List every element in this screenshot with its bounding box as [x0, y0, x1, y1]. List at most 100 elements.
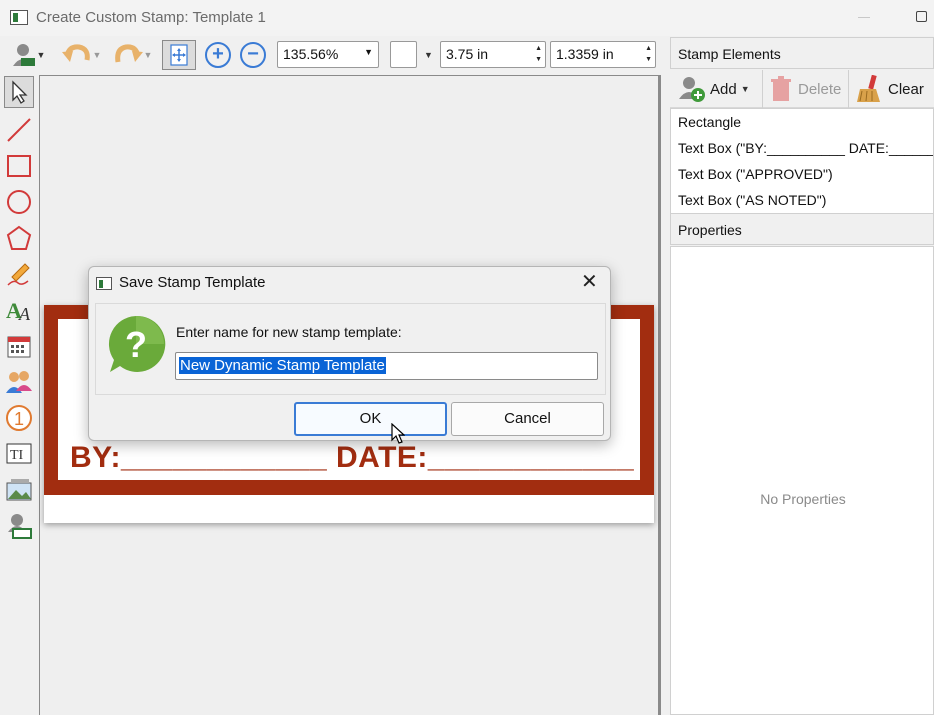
svg-text:A: A [18, 304, 31, 323]
date-tool[interactable] [4, 330, 34, 362]
trash-icon [771, 76, 791, 101]
chevron-down-icon: ▼ [143, 50, 153, 60]
dialog-body: ? Enter name for new stamp template: New… [95, 303, 606, 395]
cancel-button[interactable]: Cancel [451, 402, 604, 436]
line-icon [7, 118, 31, 142]
svg-text:1: 1 [14, 409, 24, 429]
toolbar-divider [762, 70, 763, 108]
properties-title: Properties [678, 222, 742, 238]
height-spinner[interactable]: ▲ ▼ [645, 43, 652, 65]
svg-text:TI: TI [10, 448, 24, 463]
no-properties-text: No Properties [760, 491, 846, 507]
dialog-title: Save Stamp Template [119, 274, 266, 291]
ellipse-tool[interactable] [4, 186, 34, 218]
color-swatch[interactable] [390, 41, 417, 68]
color-dropdown-arrow[interactable]: ▼ [424, 50, 433, 60]
clear-button[interactable]: Clear [856, 74, 924, 104]
image-tool[interactable] [4, 474, 34, 506]
height-value: 1.3359 in [556, 46, 614, 62]
properties-header: Properties [670, 213, 934, 245]
stamp-elements-title: Stamp Elements [678, 46, 781, 62]
pencil-icon [7, 263, 30, 286]
elements-toolbar: Add ▼ Delete Clear [670, 70, 934, 108]
redo-button[interactable]: ▼ [108, 40, 156, 70]
dialog-prompt: Enter name for new stamp template: [176, 324, 402, 340]
window-title: Create Custom Stamp: Template 1 [36, 9, 266, 26]
add-label: Add [710, 80, 737, 98]
number-tool[interactable]: 1 [4, 402, 34, 434]
maximize-button[interactable] [916, 11, 927, 22]
stamp-user-dropdown[interactable]: ▼ [6, 40, 50, 70]
zoom-in-button[interactable]: + [203, 40, 233, 70]
chevron-down-icon: ▼ [92, 50, 102, 60]
zoom-select[interactable]: 135.56% ▼ [277, 41, 379, 68]
app-icon [10, 10, 28, 25]
svg-text:?: ? [125, 324, 147, 365]
polygon-icon [6, 225, 32, 250]
canvas-border [658, 75, 661, 715]
polygon-tool[interactable] [4, 222, 34, 254]
question-icon: ? [108, 315, 166, 372]
delete-button[interactable]: Delete [770, 74, 841, 104]
select-tool[interactable] [4, 76, 34, 108]
zoom-out-button[interactable]: − [238, 40, 268, 70]
zoom-out-icon: − [240, 42, 266, 68]
add-button[interactable]: Add ▼ [678, 74, 750, 104]
zoom-in-icon: + [205, 42, 231, 68]
template-name-value: New Dynamic Stamp Template [179, 357, 386, 374]
template-name-input[interactable]: New Dynamic Stamp Template [175, 352, 598, 380]
users-icon [6, 371, 32, 393]
image-icon [6, 479, 32, 501]
top-toolbar: ▼ ▼ ▼ + − 135.56% ▼ ▼ 3.75 in ▲ ▼ 1.3359… [0, 36, 668, 74]
fit-page-button[interactable] [162, 40, 196, 70]
list-item[interactable]: Text Box ("APPROVED") [671, 161, 933, 187]
broom-icon [857, 75, 880, 102]
list-item[interactable]: Text Box ("AS NOTED") [671, 187, 933, 213]
height-input[interactable]: 1.3359 in ▲ ▼ [550, 41, 656, 68]
undo-icon [61, 44, 90, 62]
save-template-dialog: Save Stamp Template ✕ ? Enter name for n… [88, 266, 611, 441]
text-style-tool[interactable]: AA [4, 294, 34, 326]
rectangle-tool[interactable] [4, 150, 34, 182]
line-tool[interactable] [4, 114, 34, 146]
rectangle-icon [7, 155, 31, 177]
chevron-down-icon: ▼ [364, 47, 373, 57]
text-box-icon: TI [6, 443, 32, 464]
stamp-user-icon [12, 44, 35, 66]
calendar-icon [7, 336, 31, 358]
toolbar-divider [848, 70, 849, 108]
chevron-down-icon: ▼ [36, 50, 46, 60]
tool-strip: AA 1 TI [0, 74, 38, 715]
width-input[interactable]: 3.75 in ▲ ▼ [440, 41, 546, 68]
stamp-tool[interactable] [4, 510, 34, 542]
clear-label: Clear [888, 80, 924, 98]
mouse-cursor-icon [391, 423, 405, 444]
right-panel: Stamp Elements Add ▼ Delete Clear Rectan… [668, 36, 934, 715]
minimize-button[interactable] [858, 17, 870, 18]
delete-label: Delete [798, 80, 842, 98]
ellipse-icon [7, 190, 31, 214]
dialog-app-icon [96, 277, 112, 290]
properties-body: No Properties [670, 246, 934, 715]
select-arrow-icon [12, 80, 28, 104]
number-icon: 1 [6, 405, 32, 431]
stamp-elements-header: Stamp Elements [670, 37, 934, 69]
width-value: 3.75 in [446, 46, 489, 62]
user-tool[interactable] [4, 366, 34, 398]
fit-page-icon [170, 44, 188, 66]
text-style-icon: AA [6, 298, 31, 323]
text-box-tool[interactable]: TI [4, 438, 34, 470]
pencil-tool[interactable] [4, 258, 34, 290]
list-item[interactable]: Text Box ("BY:__________ DATE:________ [671, 135, 933, 161]
list-item[interactable]: Rectangle [671, 109, 933, 135]
ok-button[interactable]: OK [294, 402, 447, 436]
stamp-icon [8, 514, 32, 539]
redo-icon [114, 44, 143, 63]
undo-button[interactable]: ▼ [57, 40, 105, 70]
zoom-value: 135.56% [283, 46, 339, 62]
chevron-down-icon: ▼ [740, 84, 750, 94]
title-bar: Create Custom Stamp: Template 1 [0, 0, 934, 36]
close-icon[interactable]: ✕ [581, 272, 598, 292]
stamp-byline-text[interactable]: BY:____________ DATE:____________ [70, 441, 634, 475]
width-spinner[interactable]: ▲ ▼ [535, 43, 542, 65]
